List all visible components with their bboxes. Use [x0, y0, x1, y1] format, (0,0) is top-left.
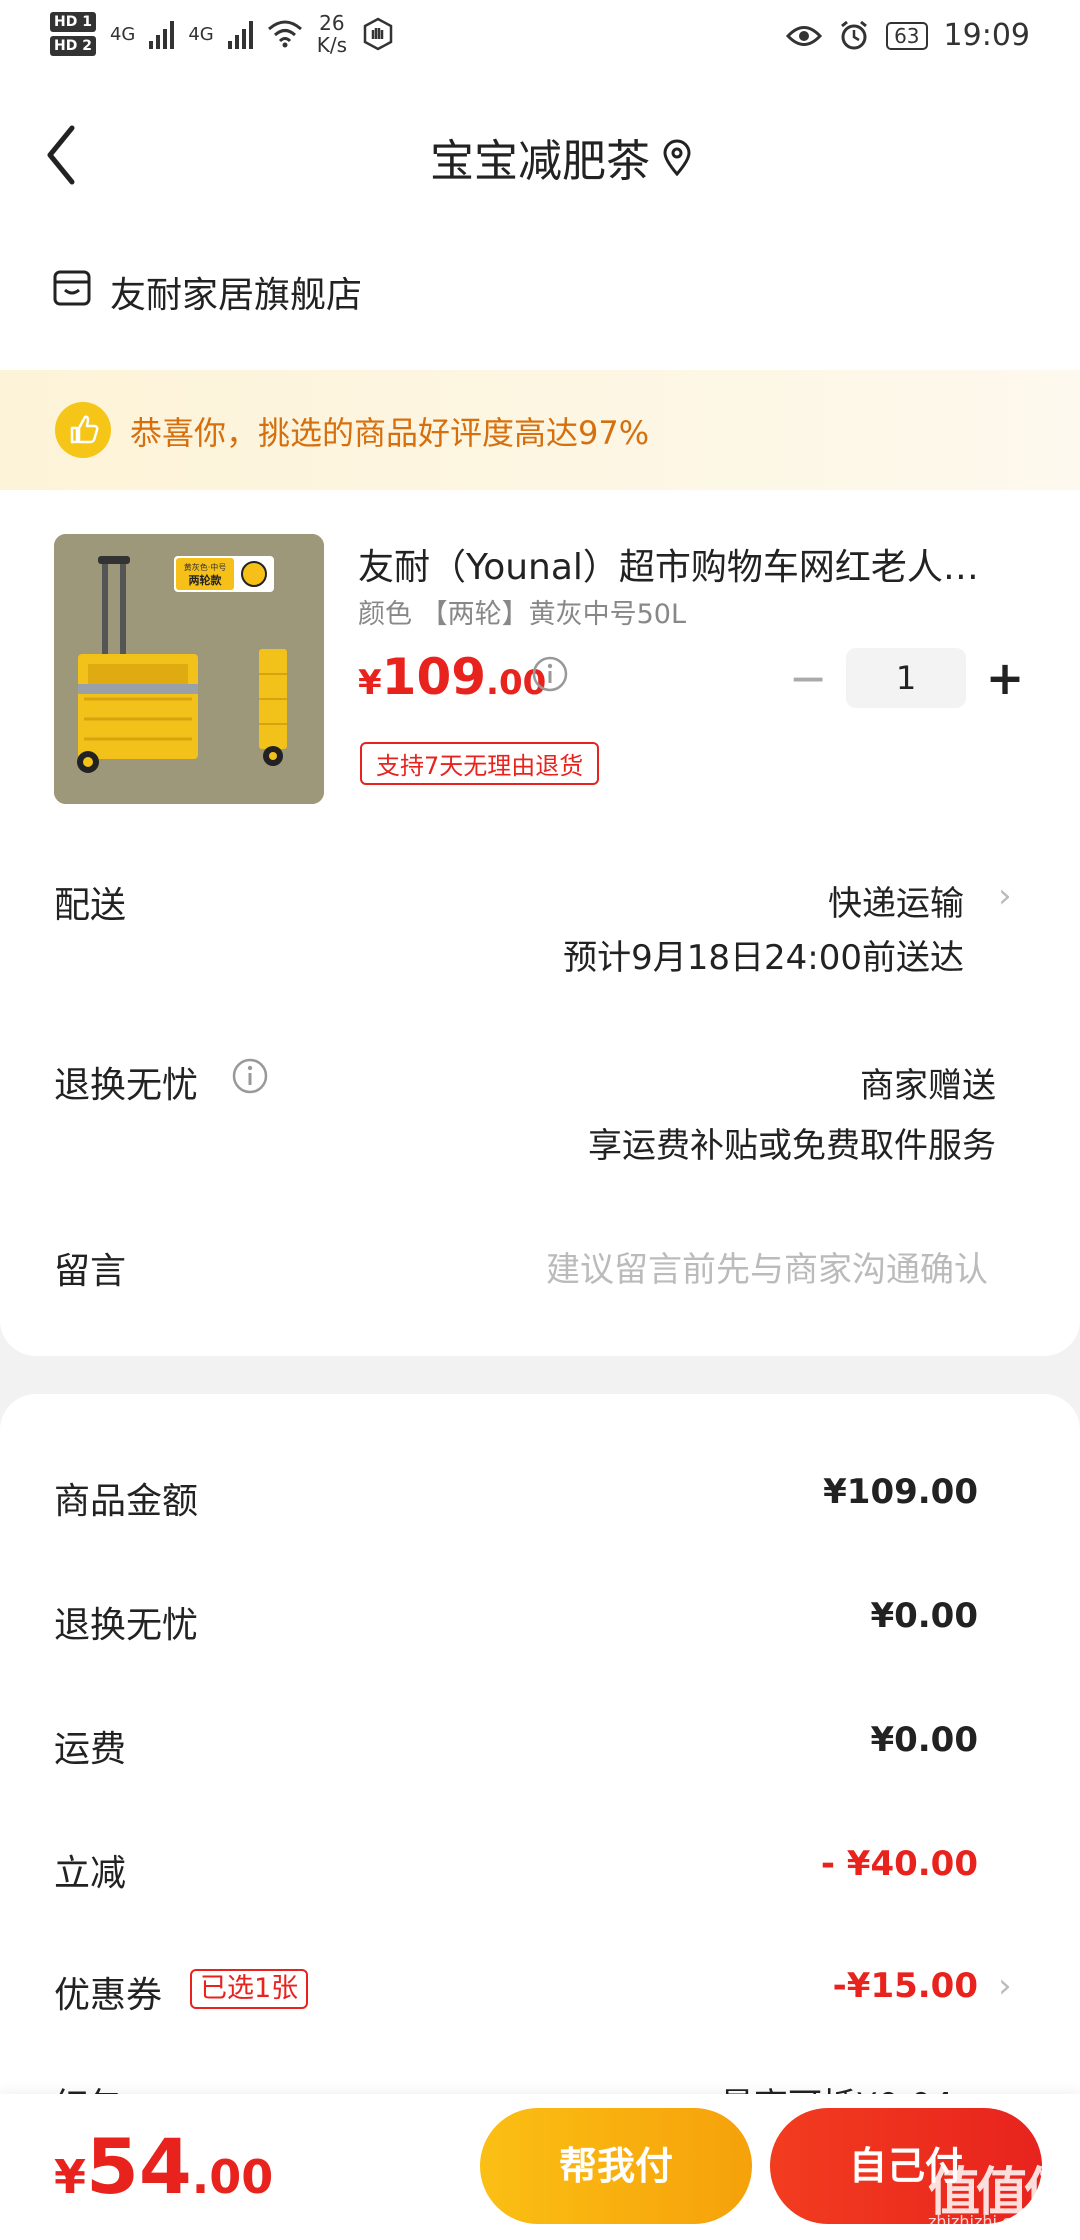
returns-info-icon[interactable]: [230, 1056, 270, 1096]
rating-banner-text: 恭喜你，挑选的商品好评度高达97%: [130, 414, 650, 452]
total-decimal: .00: [191, 2150, 274, 2204]
hd-indicator: HD 1 HD 2: [50, 12, 96, 56]
summary-label-coupon[interactable]: 优惠券: [54, 1966, 162, 2018]
summary-value-returns: ¥0.00: [870, 1596, 978, 1636]
product-image[interactable]: 黄灰色·中号 两轮款: [54, 534, 324, 804]
location-pin-icon[interactable]: [660, 138, 694, 178]
delivery-label: 配送: [54, 885, 127, 926]
product-image-badge-sub: 黄灰色·中号: [184, 562, 227, 572]
quantity-decrease-button[interactable]: −: [788, 648, 828, 708]
product-spec[interactable]: 颜色 【两轮】黄灰中号50L: [358, 592, 686, 631]
store-icon[interactable]: [52, 268, 92, 308]
message-input[interactable]: 建议留言前先与商家沟通确认: [546, 1242, 988, 1291]
status-bar: HD 1 HD 2 4G 4G 26 K/s 63 19:09: [0, 0, 1080, 80]
signal-icon: [149, 19, 175, 49]
return-policy-tag: 支持7天无理由退货: [360, 742, 600, 785]
price-symbol: ¥: [358, 663, 382, 703]
alarm-icon: [841, 20, 868, 49]
watermark-url: zhizhizhi.com: [928, 2212, 1037, 2231]
store-name[interactable]: 友耐家居旗舰店: [110, 266, 362, 318]
summary-label-goods: 商品金额: [54, 1481, 199, 1522]
total-symbol: ¥: [54, 2150, 87, 2204]
signal-icon-2: [227, 19, 253, 49]
speed-unit: K/s: [316, 33, 348, 57]
summary-value-coupon[interactable]: -¥15.00: [833, 1966, 978, 2006]
quantity-input[interactable]: 1: [846, 648, 966, 708]
product-image-badge: 两轮款: [189, 573, 223, 587]
eye-icon: [786, 25, 823, 46]
hand-icon: [363, 17, 393, 51]
delivery-chevron-icon[interactable]: ›: [998, 876, 1012, 916]
page-title[interactable]: 宝宝减肥茶: [0, 125, 1080, 189]
product-price: ¥109.00: [358, 648, 546, 706]
status-left: HD 1 HD 2 4G 4G 26 K/s: [50, 12, 395, 56]
network-speed: 26 K/s: [317, 12, 347, 56]
summary-value-goods: ¥109.00: [823, 1472, 978, 1512]
returns-label: 退换无忧: [54, 1065, 199, 1106]
message-label: 留言: [54, 1251, 127, 1292]
summary-value-shipping: ¥0.00: [870, 1720, 978, 1760]
network-type-2: 4G: [188, 23, 214, 45]
speed-value: 26: [319, 11, 345, 35]
delivery-method[interactable]: 快递运输: [828, 876, 964, 925]
status-right: 63 19:09: [786, 18, 1030, 53]
hd2-badge: HD 2: [50, 36, 96, 56]
pay-for-me-button[interactable]: 帮我付: [480, 2108, 752, 2224]
product-name[interactable]: 友耐（Younal）超市购物车网红老人…: [358, 538, 1018, 590]
price-info-icon[interactable]: [530, 654, 570, 694]
total-integer: 54: [86, 2122, 192, 2211]
battery-level: 63: [886, 21, 928, 50]
summary-label-discount: 立减: [54, 1853, 127, 1894]
summary-value-discount: - ¥40.00: [820, 1844, 978, 1884]
wifi-icon: [267, 20, 302, 48]
network-type-1: 4G: [109, 23, 136, 45]
quantity-increase-button[interactable]: +: [980, 648, 1030, 708]
thumbs-up-icon: [55, 402, 111, 458]
total-price: ¥54.00: [54, 2122, 273, 2211]
summary-label-returns: 退换无忧: [54, 1605, 199, 1646]
coupon-selected-tag[interactable]: 已选1张: [190, 1969, 309, 2009]
returns-value: 商家赠送: [860, 1066, 996, 1106]
hd1-badge: HD 1: [50, 12, 96, 32]
header-area: [0, 80, 1080, 370]
summary-label-shipping: 运费: [54, 1729, 127, 1770]
returns-desc: 享运费补贴或免费取件服务: [588, 1126, 996, 1166]
price-integer: 109: [381, 648, 487, 706]
coupon-chevron-icon[interactable]: ›: [998, 1966, 1012, 2006]
delivery-eta: 预计9月18日24:00前送达: [563, 938, 964, 978]
time: 19:09: [943, 18, 1030, 53]
